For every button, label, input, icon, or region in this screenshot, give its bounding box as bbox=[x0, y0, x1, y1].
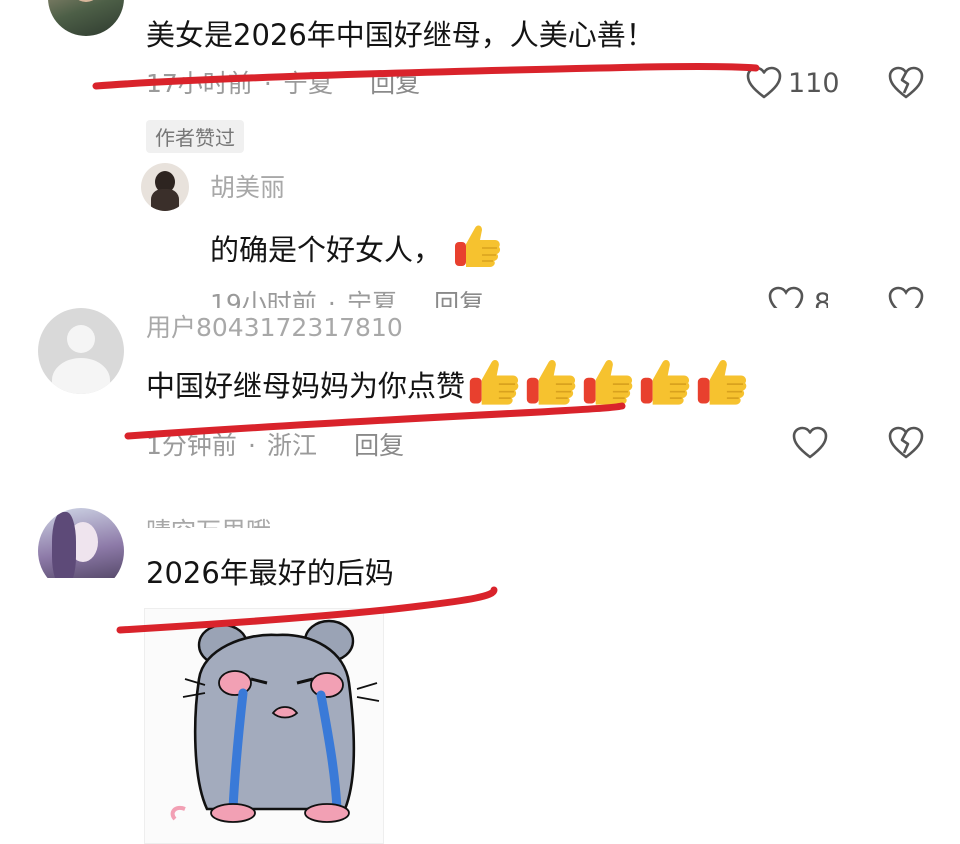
thumbs-up-emoji bbox=[579, 354, 636, 414]
broken-heart-icon[interactable] bbox=[888, 66, 924, 100]
meta-separator: · bbox=[327, 289, 336, 308]
comment-text: 的确是个好女人， bbox=[210, 233, 443, 267]
avatar[interactable] bbox=[38, 308, 124, 394]
comment-time: 19小时前 bbox=[210, 289, 317, 308]
avatar[interactable] bbox=[48, 0, 124, 36]
reply-button[interactable]: 回复 bbox=[434, 289, 484, 308]
commenter-name[interactable]: 胡美丽 bbox=[210, 168, 285, 204]
avatar[interactable] bbox=[141, 163, 189, 211]
sticker-image[interactable] bbox=[144, 608, 384, 844]
thumbs-up-emoji bbox=[465, 354, 522, 414]
broken-heart-icon[interactable] bbox=[888, 286, 928, 308]
meta-separator: · bbox=[263, 69, 272, 98]
comment-time: 17小时前 bbox=[146, 69, 253, 98]
meta-separator: · bbox=[248, 431, 256, 460]
commenter-name[interactable]: 晴空万里哦 bbox=[146, 512, 271, 528]
heart-outline-icon[interactable] bbox=[746, 66, 782, 100]
broken-heart-icon[interactable] bbox=[888, 426, 924, 460]
comment-time: 1分钟前 bbox=[146, 431, 237, 460]
comment-text: 中国好继母妈妈为你点赞 bbox=[146, 369, 466, 403]
comment-location: 宁夏 bbox=[282, 69, 333, 98]
like-count: 8 bbox=[814, 288, 828, 308]
thumbs-up-emoji bbox=[636, 354, 693, 414]
comment-text: 2026年最好的后妈 bbox=[146, 556, 394, 590]
like-count: 110 bbox=[788, 68, 840, 99]
reply-button[interactable]: 回复 bbox=[354, 431, 404, 460]
comment-location: 浙江 bbox=[267, 431, 318, 460]
comment-text: 美女是2026年中国好继母，人美心善！ bbox=[146, 18, 655, 52]
thumbs-up-emoji bbox=[451, 220, 503, 276]
comment-location: 宁夏 bbox=[346, 289, 397, 308]
thumbs-up-emoji bbox=[693, 354, 750, 414]
reply-button[interactable]: 回复 bbox=[370, 69, 420, 98]
commenter-name[interactable]: 用户8043172317810 bbox=[146, 308, 403, 344]
heart-outline-icon[interactable] bbox=[792, 426, 828, 460]
thumbs-up-emoji bbox=[522, 354, 579, 414]
avatar[interactable] bbox=[38, 508, 124, 578]
author-liked-badge: 作者赞过 bbox=[146, 120, 244, 153]
heart-outline-icon[interactable]: 8 bbox=[768, 286, 828, 308]
